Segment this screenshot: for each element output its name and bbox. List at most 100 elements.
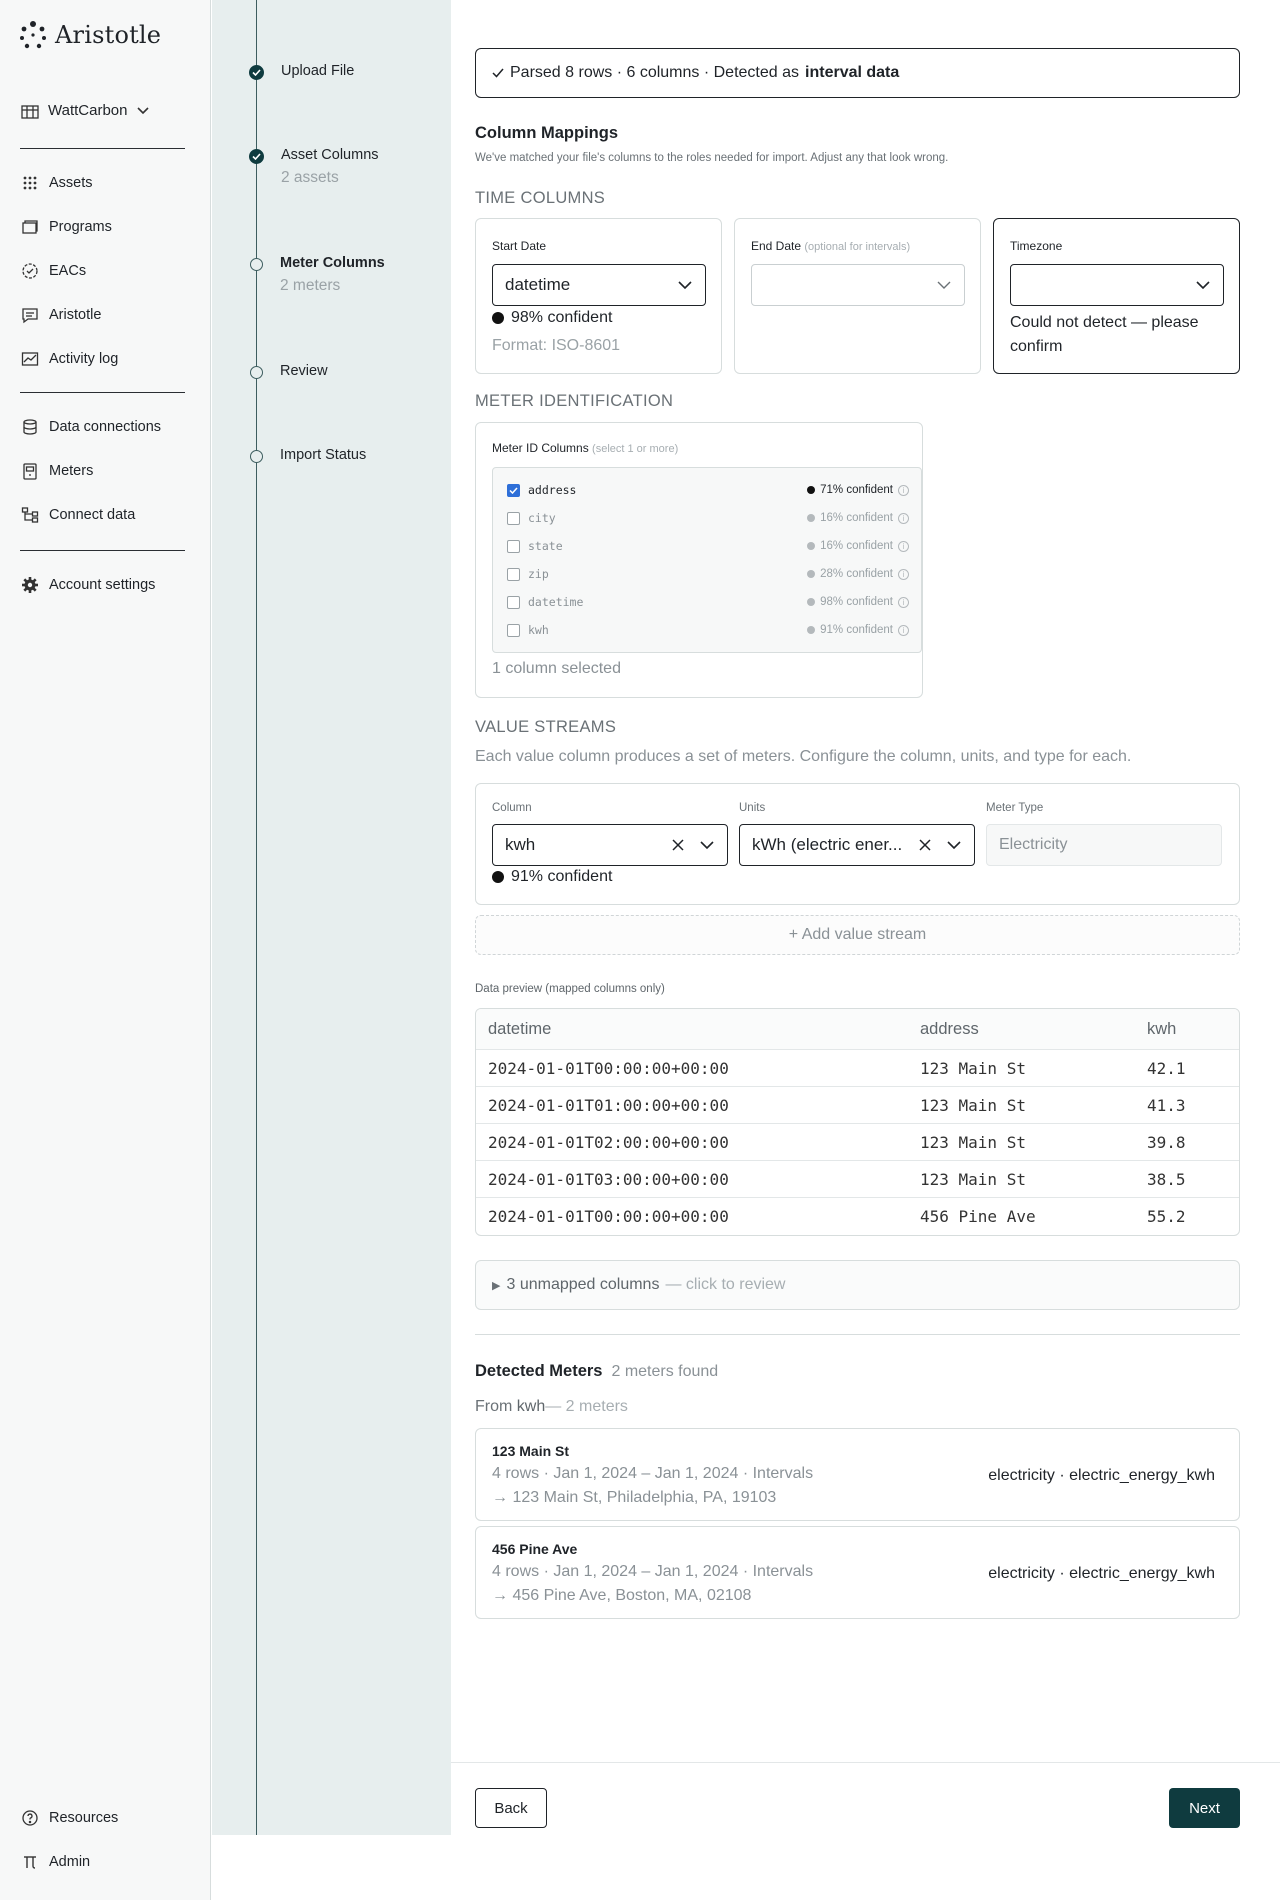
units-select[interactable]: kWh (electric ener... [739, 824, 975, 866]
table-row: 2024-01-01T00:00:00+00:00 123 Main St 42.1 [476, 1049, 1239, 1086]
option-name: address [528, 483, 577, 497]
logo-icon [20, 21, 46, 49]
unmapped-hint: — click to review [665, 1276, 786, 1293]
meter-id-option-address[interactable]: address 71% confident i [507, 480, 909, 500]
pi-icon [24, 1856, 36, 1869]
value-stream-card: Column kwh 91% confident Units kWh (elec… [475, 783, 1240, 905]
table-cell: 55.2 [1147, 1206, 1186, 1226]
next-button[interactable]: Next [1169, 1788, 1240, 1828]
nav-account-settings[interactable]: Account settings [21, 563, 155, 607]
step-sub: 2 assets [281, 169, 339, 186]
step-label: Asset Columns [281, 147, 379, 163]
folders-icon [22, 220, 38, 234]
table-cell: 123 Main St [920, 1095, 1026, 1115]
meter-id-option-city[interactable]: city 16% confident i [507, 508, 909, 528]
option-name: state [528, 539, 563, 553]
nav-label: Account settings [49, 577, 156, 593]
checkbox-checked[interactable] [507, 483, 520, 497]
app-logo[interactable]: Aristotle [19, 20, 161, 50]
table-row: 2024-01-01T03:00:00+00:00 123 Main St 38.5 [476, 1160, 1239, 1197]
detected-from: From kwh— 2 meters [475, 1398, 628, 1416]
meter-identification-label: METER IDENTIFICATION [475, 392, 674, 410]
clear-icon[interactable] [918, 838, 932, 852]
end-date-card: End Date (optional for intervals) [734, 218, 981, 374]
nav-activity-log[interactable]: Activity log [21, 337, 118, 381]
meter-id-option-zip[interactable]: zip 28% confident i [507, 564, 909, 584]
checkbox[interactable] [507, 595, 520, 609]
timezone-label: Timezone [1010, 239, 1063, 253]
confidence-text: 91% confident [820, 624, 893, 636]
end-date-hint: (optional for intervals) [804, 241, 911, 253]
value-streams-desc: Each value column produces a set of mete… [475, 748, 1132, 765]
connect-icon [21, 507, 39, 523]
select-value: datetime [505, 275, 571, 294]
meter-id-label: Meter ID Columns [492, 441, 589, 455]
meter-id-option-state[interactable]: state 16% confident i [507, 536, 909, 556]
meter-id-hint: (select 1 or more) [592, 443, 679, 455]
nav-connect-data[interactable]: Connect data [21, 493, 161, 537]
meter-name: 123 Main St [492, 1443, 570, 1459]
table-header: datetime address kwh [476, 1009, 1239, 1049]
nav-data-connections[interactable]: Data connections [21, 405, 161, 449]
nav-meters[interactable]: Meters [21, 449, 161, 493]
info-icon[interactable]: i [898, 540, 909, 552]
detected-meter-card[interactable]: 123 Main St 4 rows · Jan 1, 2024 – Jan 1… [475, 1428, 1240, 1521]
info-icon[interactable]: i [898, 568, 909, 580]
detected-title: Detected Meters [475, 1362, 603, 1380]
nav-assets[interactable]: Assets [21, 161, 118, 205]
step-sub: 2 meters [280, 277, 341, 294]
start-date-select[interactable]: datetime [492, 264, 706, 306]
add-value-stream-button[interactable]: + Add value stream [475, 915, 1240, 955]
clear-icon[interactable] [671, 838, 685, 852]
timezone-select[interactable] [1010, 264, 1224, 306]
step-pending-icon [250, 450, 263, 463]
checkbox[interactable] [507, 511, 520, 525]
start-date-confidence: 98% confident [492, 309, 612, 327]
detected-meter-card[interactable]: 456 Pine Ave 4 rows · Jan 1, 2024 – Jan … [475, 1526, 1240, 1619]
checkbox[interactable] [507, 567, 520, 581]
step-upload-file[interactable]: Upload File [249, 63, 354, 80]
table-cell: 39.8 [1147, 1132, 1186, 1152]
info-icon[interactable]: i [898, 596, 909, 608]
confidence-dot [492, 871, 504, 883]
step-review[interactable]: Review [249, 363, 328, 379]
option-confidence: 71% confident i [807, 484, 909, 496]
section-divider [475, 1334, 1240, 1335]
meter-id-option-datetime[interactable]: datetime 98% confident i [507, 592, 909, 612]
chevron-down-icon [937, 281, 951, 289]
step-asset-columns[interactable]: Asset Columns 2 assets [249, 147, 379, 187]
from-prefix: From [475, 1398, 513, 1415]
nav-aristotle[interactable]: Aristotle [21, 293, 118, 337]
meter-address: → 123 Main St, Philadelphia, PA, 19103 [492, 1489, 777, 1506]
back-button[interactable]: Back [475, 1788, 547, 1828]
info-icon[interactable]: i [898, 512, 909, 524]
info-icon[interactable]: i [898, 624, 909, 636]
table-header-cell: kwh [1147, 1019, 1177, 1038]
meter-name: 456 Pine Ave [492, 1541, 578, 1557]
option-confidence: 28% confident i [807, 568, 909, 580]
step-import-status[interactable]: Import Status [249, 447, 366, 463]
unmapped-text: 3 unmapped columns [506, 1276, 660, 1293]
info-icon[interactable]: i [898, 484, 909, 496]
checkbox[interactable] [507, 623, 520, 637]
select-value: kWh (electric ener... [752, 835, 903, 854]
database-icon [23, 419, 37, 435]
end-date-label: End Date [751, 239, 802, 253]
table-cell: 2024-01-01T01:00:00+00:00 [488, 1095, 729, 1115]
nav-programs[interactable]: Programs [21, 205, 118, 249]
meter-type-label: Meter Type [986, 802, 1044, 814]
step-meter-columns[interactable]: Meter Columns 2 meters [249, 255, 385, 295]
org-switcher[interactable]: WattCarbon [21, 102, 150, 119]
checkbox[interactable] [507, 539, 520, 553]
nav-resources[interactable]: Resources [21, 1796, 118, 1840]
column-select[interactable]: kwh [492, 824, 728, 866]
end-date-select[interactable] [751, 264, 965, 306]
confidence-dot [807, 598, 816, 606]
unmapped-columns-toggle[interactable]: ▶ 3 unmapped columns — click to review [475, 1260, 1240, 1310]
nav-divider [20, 550, 185, 551]
nav-admin[interactable]: Admin [21, 1840, 118, 1884]
nav-eacs[interactable]: EACs [21, 249, 118, 293]
meter-id-card: Meter ID Columns (select 1 or more) addr… [475, 422, 923, 698]
select-value: kwh [505, 835, 536, 854]
meter-id-option-kwh[interactable]: kwh 91% confident i [507, 620, 909, 640]
